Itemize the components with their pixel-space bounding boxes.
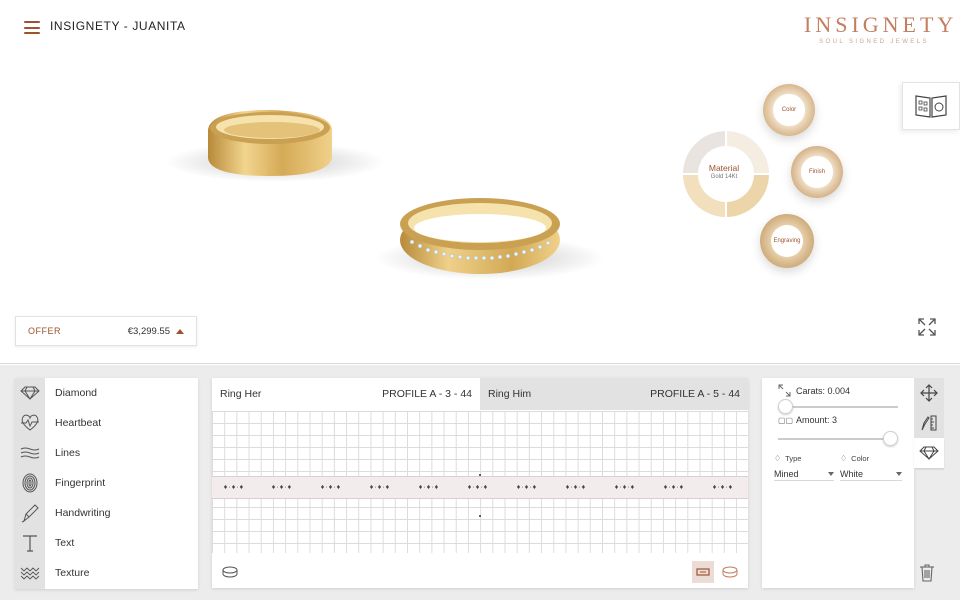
catalog-icon bbox=[915, 95, 947, 118]
engraving-option-button[interactable]: Engraving bbox=[760, 214, 814, 268]
finish-option-label: Finish bbox=[808, 169, 825, 175]
carats-slider-knob[interactable] bbox=[778, 399, 793, 414]
measure-tool[interactable] bbox=[914, 408, 944, 438]
diamond-small-icon: ♢ bbox=[840, 454, 848, 463]
tab-label: Ring Him bbox=[488, 388, 532, 400]
tool-label: Fingerprint bbox=[55, 477, 106, 489]
type-label: Type bbox=[785, 454, 802, 463]
trash-icon[interactable] bbox=[919, 564, 935, 582]
transform-tools bbox=[914, 378, 944, 470]
offer-toggle[interactable]: OFFER €3,299.55 bbox=[15, 316, 197, 346]
expand-icon[interactable] bbox=[917, 317, 937, 337]
diamond-properties-panel: Carats: 0.004 ▢▢ Amount: 3 ♢ Type Mined … bbox=[762, 378, 914, 588]
guide-dot bbox=[479, 515, 481, 517]
app-title: INSIGNETY - JUANITA bbox=[50, 19, 186, 33]
amount-row: ▢▢ Amount: 3 bbox=[778, 415, 837, 425]
ring-her-render[interactable] bbox=[160, 90, 400, 200]
fingerprint-icon bbox=[15, 468, 45, 498]
material-value: Gold 14Kt bbox=[710, 174, 738, 180]
tool-label: Handwriting bbox=[55, 507, 111, 519]
texture-icon bbox=[15, 558, 45, 588]
ring-viewer[interactable]: INSIGNETY - JUANITA INSIGNETY SOUL SIGNE… bbox=[0, 0, 960, 364]
tool-label: Texture bbox=[55, 567, 90, 579]
tool-diamond[interactable]: Diamond bbox=[15, 378, 198, 408]
tab-ring-her[interactable]: Ring Her PROFILE A - 3 - 44 bbox=[212, 378, 480, 410]
tool-text[interactable]: Text bbox=[15, 528, 198, 558]
tool-label: Heartbeat bbox=[55, 417, 102, 429]
catalog-button[interactable] bbox=[902, 82, 960, 130]
color-label-row: ♢ Color bbox=[840, 454, 869, 463]
carats-row: Carats: 0.004 bbox=[778, 384, 850, 397]
resize-icon bbox=[778, 384, 791, 397]
pen-icon bbox=[15, 498, 45, 528]
ring-icon bbox=[222, 566, 238, 578]
tool-texture[interactable]: Texture bbox=[15, 558, 198, 588]
chevron-down-icon bbox=[896, 471, 902, 476]
lines-icon bbox=[15, 438, 45, 468]
offer-label: OFFER bbox=[28, 326, 61, 336]
ring-surface-editor: Ring Her PROFILE A - 3 - 44 Ring Him PRO… bbox=[212, 378, 748, 588]
move-tool[interactable] bbox=[914, 378, 944, 408]
ring-3d-icon bbox=[722, 566, 738, 578]
editor-footer bbox=[212, 558, 748, 588]
menu-icon[interactable] bbox=[24, 21, 40, 34]
color-value: White bbox=[840, 468, 864, 479]
color-option-button[interactable]: Color bbox=[763, 84, 815, 136]
tool-heartbeat[interactable]: Heartbeat bbox=[15, 408, 198, 438]
ring-view-button[interactable] bbox=[219, 561, 241, 583]
color-label: Color bbox=[851, 454, 870, 463]
tool-label: Text bbox=[55, 537, 75, 549]
diamond-band[interactable]: ♦·♦·♦ ♦·♦·♦ ♦·♦·♦ ♦·♦·♦ ♦·♦·♦ ♦·♦·♦ ♦·♦·… bbox=[212, 476, 748, 499]
heartbeat-icon bbox=[15, 408, 45, 438]
color-select[interactable]: White bbox=[840, 467, 902, 481]
flat-ring-icon bbox=[696, 568, 710, 576]
amount-label: Amount: 3 bbox=[796, 415, 838, 425]
engraving-option-label: Engraving bbox=[773, 237, 801, 244]
diamond-icon bbox=[919, 446, 939, 460]
color-option-label: Color bbox=[781, 107, 797, 113]
offer-price: €3,299.55 bbox=[127, 325, 170, 337]
engraving-tools-list: Diamond Heartbeat Lines Fingerprint Hand… bbox=[15, 378, 198, 589]
caret-up-icon bbox=[176, 328, 184, 334]
carats-label: Carats: 0.004 bbox=[796, 385, 851, 396]
tool-label: Lines bbox=[55, 447, 81, 459]
brand-tagline: SOUL SIGNED JEWELS bbox=[819, 39, 929, 45]
tab-profile: PROFILE A - 3 - 44 bbox=[382, 388, 472, 400]
text-icon bbox=[15, 528, 45, 558]
tool-handwriting[interactable]: Handwriting bbox=[15, 498, 198, 528]
diamond-tool[interactable] bbox=[914, 438, 944, 468]
tab-label: Ring Her bbox=[220, 388, 262, 400]
tool-label: Diamond bbox=[55, 387, 98, 399]
amount-slider-knob[interactable] bbox=[883, 431, 898, 446]
tab-ring-him[interactable]: Ring Him PROFILE A - 5 - 44 bbox=[480, 378, 748, 410]
material-label: Material bbox=[708, 163, 740, 173]
tab-profile: PROFILE A - 5 - 44 bbox=[650, 388, 740, 400]
diamond-small-icon: ♢ bbox=[774, 454, 782, 463]
amount-slider[interactable] bbox=[778, 431, 898, 446]
finish-option-button[interactable]: Finish bbox=[791, 146, 843, 198]
brand-logo: INSIGNETY SOUL SIGNED JEWELS bbox=[804, 12, 958, 45]
type-label-row: ♢ Type bbox=[774, 454, 801, 463]
ring-him-render[interactable] bbox=[370, 180, 620, 290]
ruler-pen-icon bbox=[921, 415, 937, 431]
type-select[interactable]: Mined bbox=[774, 467, 834, 481]
flat-view-button[interactable] bbox=[692, 561, 714, 583]
brand-name: INSIGNETY bbox=[804, 12, 958, 37]
carats-slider[interactable] bbox=[778, 399, 898, 414]
tool-lines[interactable]: Lines bbox=[15, 438, 198, 468]
tool-fingerprint[interactable]: Fingerprint bbox=[15, 468, 198, 498]
editor-panel: Diamond Heartbeat Lines Fingerprint Hand… bbox=[0, 365, 960, 600]
ring-3d-button[interactable] bbox=[719, 561, 741, 583]
type-value: Mined bbox=[774, 468, 799, 479]
squares-icon: ▢▢ bbox=[778, 415, 794, 425]
move-icon bbox=[920, 384, 938, 402]
diamond-icon bbox=[15, 378, 45, 408]
chevron-down-icon bbox=[828, 471, 834, 476]
